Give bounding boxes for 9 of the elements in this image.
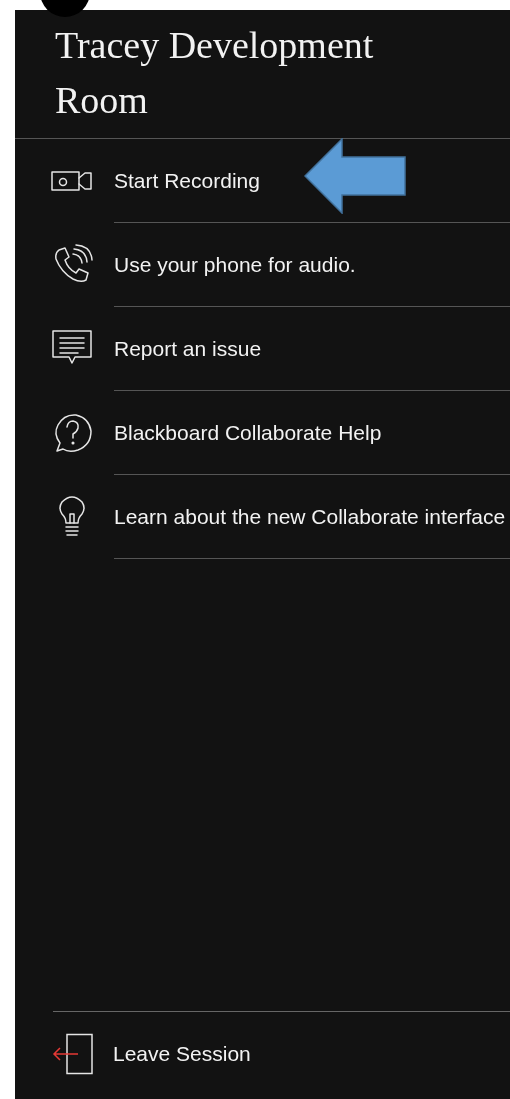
leave-session-button[interactable]: Leave Session (113, 1037, 251, 1070)
menu-item[interactable]: Blackboard Collaborate Help (114, 391, 510, 475)
room-title: Tracey Development Room (15, 10, 510, 139)
video-camera-icon (51, 170, 93, 192)
lightbulb-icon (57, 496, 87, 538)
menu-item[interactable]: Learn about the new Collaborate interface (114, 475, 510, 559)
menu-item[interactable]: Report an issue (114, 307, 510, 391)
exit-icon (52, 1032, 96, 1075)
menu-item[interactable]: Use your phone for audio. (114, 223, 510, 307)
